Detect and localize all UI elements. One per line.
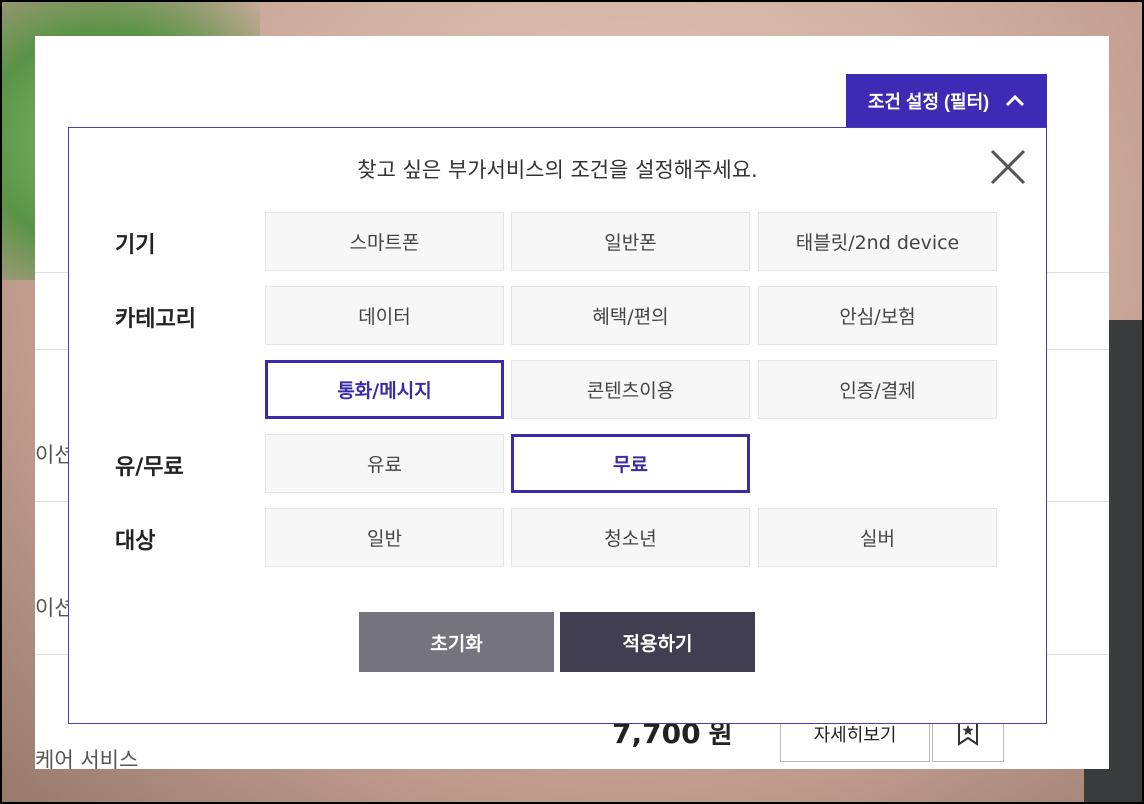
option-free[interactable]: 무료 [511,434,750,493]
option-general[interactable]: 일반 [265,508,504,567]
category-label: 카테고리 [115,307,196,332]
close-icon [990,149,1026,185]
filter-modal: 찾고 싶은 부가서비스의 조건을 설정해주세요. 기기 스마트폰 일반폰 태블릿… [68,127,1047,724]
device-label: 기기 [115,233,156,258]
option-youth[interactable]: 청소년 [511,508,750,567]
option-content[interactable]: 콘텐츠이용 [511,360,750,419]
option-call-message[interactable]: 통화/메시지 [265,360,504,419]
option-senior[interactable]: 실버 [758,508,997,567]
close-button[interactable] [989,148,1027,186]
filter-toggle-label: 조건 설정 (필터) [867,92,990,112]
option-safety-insurance[interactable]: 안심/보험 [758,286,997,345]
option-paid[interactable]: 유료 [265,434,504,493]
option-auth-payment[interactable]: 인증/결제 [758,360,997,419]
apply-button[interactable]: 적용하기 [560,612,755,672]
target-label: 대상 [115,529,156,554]
option-data[interactable]: 데이터 [265,286,504,345]
reset-button[interactable]: 초기화 [359,612,554,672]
list-item-title: 케어 서비스 [35,748,139,769]
pricing-label: 유/무료 [115,455,184,480]
chevron-up-icon [1005,95,1025,107]
option-smartphone[interactable]: 스마트폰 [265,212,504,271]
filter-toggle-button[interactable]: 조건 설정 (필터) [846,74,1047,128]
option-tablet[interactable]: 태블릿/2nd device [758,212,997,271]
modal-title: 찾고 싶은 부가서비스의 조건을 설정해주세요. [357,158,758,182]
option-feature-phone[interactable]: 일반폰 [511,212,750,271]
price-unit: 원 [708,720,733,750]
option-benefits[interactable]: 혜택/편의 [511,286,750,345]
